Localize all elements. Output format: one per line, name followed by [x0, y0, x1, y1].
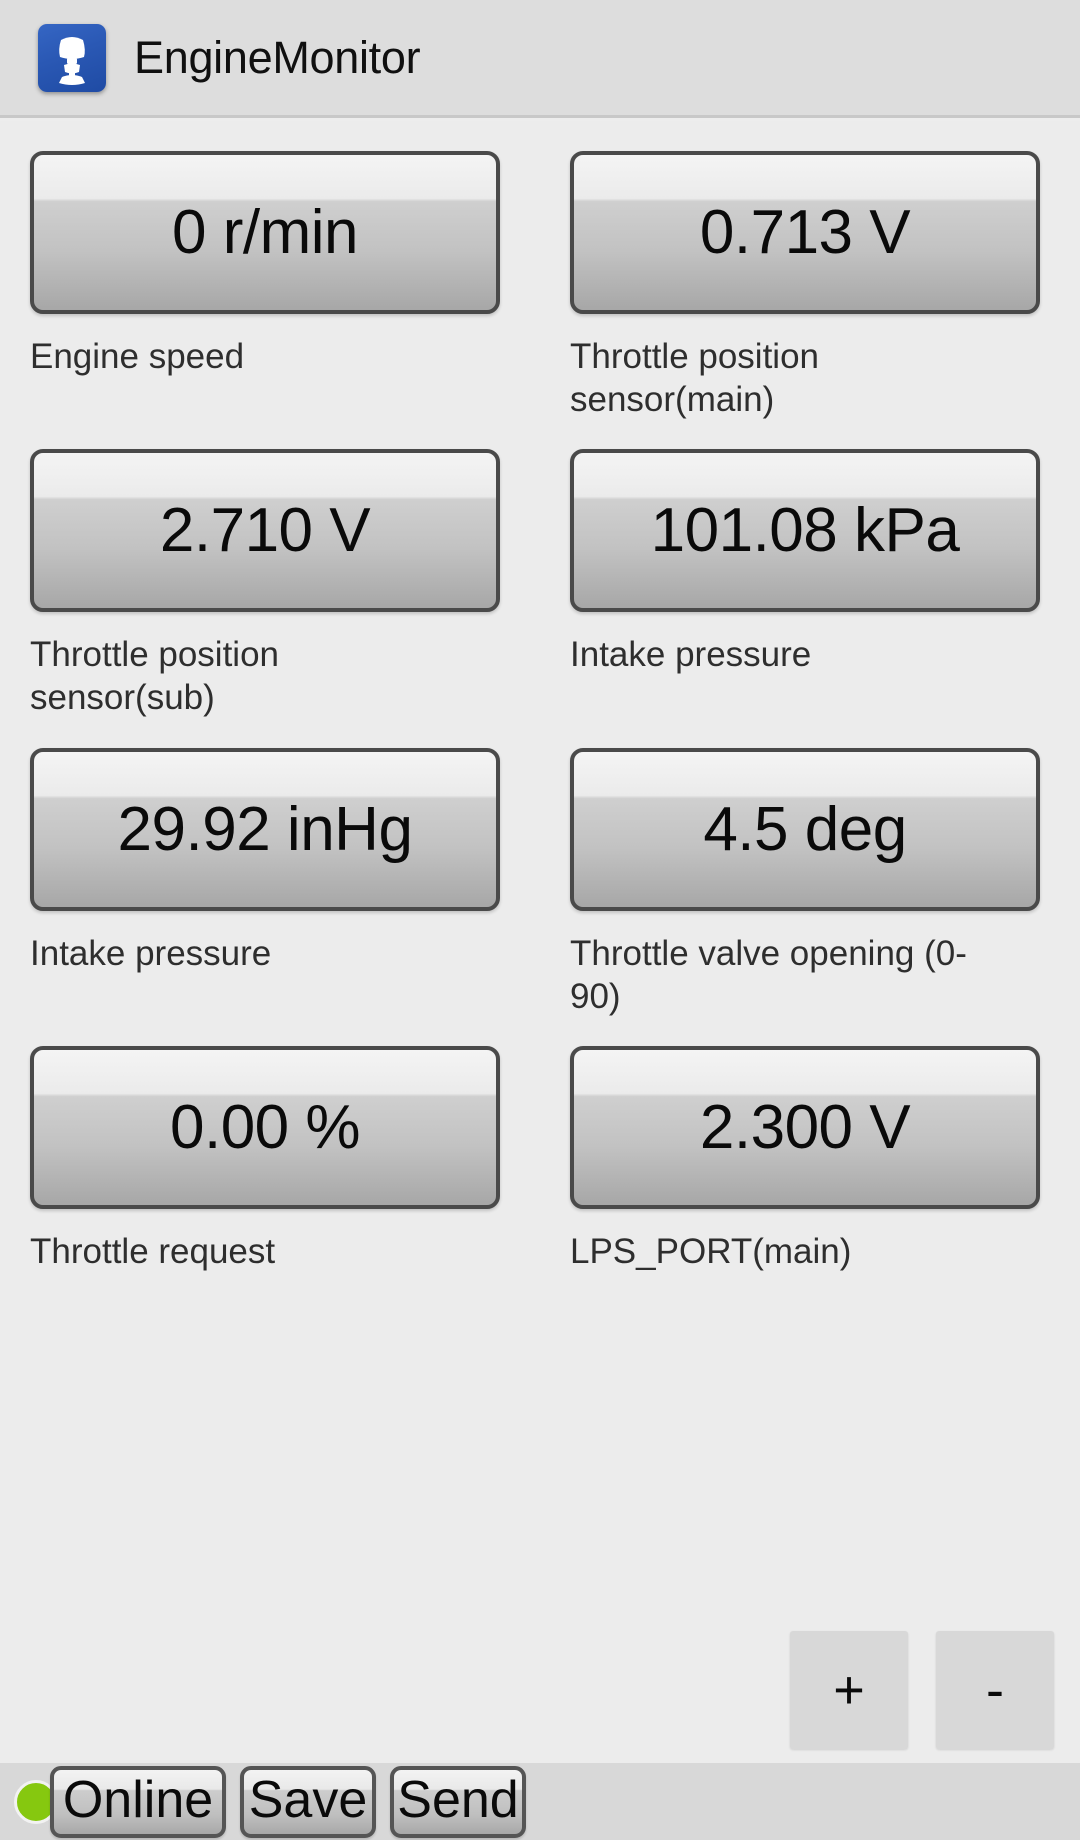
gauge-cell-lps-port-main: 2.300 V LPS_PORT(main): [570, 1046, 1040, 1274]
gauge-value: 101.08 kPa: [650, 495, 960, 565]
gauge-value-box[interactable]: 0.713 V: [570, 151, 1040, 314]
gauge-label: Throttle position sensor(main): [570, 337, 820, 419]
gauge-value: 2.710 V: [159, 495, 371, 565]
gauge-cell-engine-speed: 0 r/min Engine speed: [30, 151, 500, 379]
gauge-cell-throttle-position-main: 0.713 V Throttle position sensor(main): [570, 151, 1040, 421]
outboard-motor-icon: [38, 23, 106, 92]
gauge-cell-throttle-request: 0.00 % Throttle request: [30, 1046, 500, 1274]
gauge-value: 4.5 deg: [703, 794, 907, 864]
gauge-value-box[interactable]: 0.00 %: [30, 1046, 500, 1209]
gauge-label: Engine speed: [30, 337, 245, 376]
gauge-value: 29.92 inHg: [117, 794, 413, 864]
gauge-label: Intake pressure: [570, 635, 812, 674]
save-button-label: Save: [248, 1770, 368, 1829]
gauge-label: LPS_PORT(main): [570, 1232, 852, 1271]
gauge-value: 0.713 V: [699, 197, 911, 267]
online-button[interactable]: Online: [50, 1765, 226, 1838]
gauge-value-box[interactable]: 2.710 V: [30, 449, 500, 612]
gauge-cell-throttle-valve-opening: 4.5 deg Throttle valve opening (0-90): [570, 748, 1040, 1018]
gauge-label: Intake pressure: [30, 934, 272, 973]
gauge-value-box[interactable]: 2.300 V: [570, 1046, 1040, 1209]
send-button[interactable]: Send: [390, 1765, 526, 1838]
gauge-label: Throttle valve opening (0-90): [570, 934, 967, 1016]
gauge-value: 2.300 V: [699, 1092, 911, 1162]
gauge-value: 0 r/min: [172, 197, 358, 267]
gauge-value: 0.00 %: [169, 1092, 361, 1162]
page-stepper: + -: [790, 1631, 1054, 1749]
save-button[interactable]: Save: [240, 1765, 376, 1838]
gauge-label: Throttle request: [30, 1232, 276, 1271]
gauge-label: Throttle position sensor(sub): [30, 635, 280, 717]
gauge-value-box[interactable]: 29.92 inHg: [30, 748, 500, 911]
online-button-label: Online: [62, 1770, 214, 1829]
decrease-button[interactable]: -: [936, 1631, 1054, 1749]
gauge-value-box[interactable]: 4.5 deg: [570, 748, 1040, 911]
gauge-cell-throttle-position-sub: 2.710 V Throttle position sensor(sub): [30, 449, 500, 719]
gauge-grid-container: 0 r/min Engine speed 0.713 V Throttle po…: [0, 121, 1080, 1763]
gauge-cell-intake-pressure-inhg: 29.92 inHg Intake pressure: [30, 748, 500, 976]
increase-button[interactable]: +: [790, 1631, 908, 1749]
gauge-cell-intake-pressure-kpa: 101.08 kPa Intake pressure: [570, 449, 1040, 677]
status-bar: Online Save Send: [0, 1763, 1080, 1840]
page-title: EngineMonitor: [134, 31, 421, 83]
app-title-bar: EngineMonitor: [0, 0, 1080, 118]
gauge-value-box[interactable]: 101.08 kPa: [570, 449, 1040, 612]
gauge-value-box[interactable]: 0 r/min: [30, 151, 500, 314]
send-button-label: Send: [397, 1770, 519, 1829]
